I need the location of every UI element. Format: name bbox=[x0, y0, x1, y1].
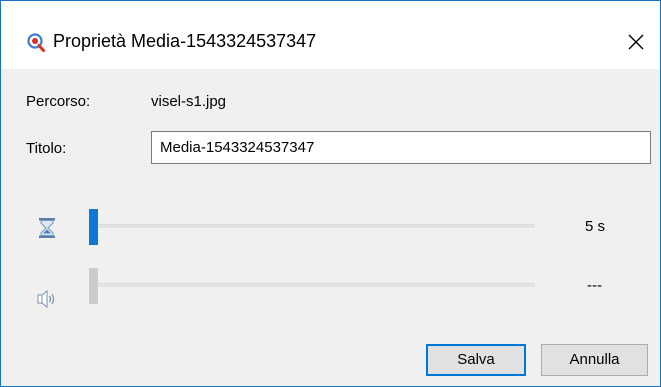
duration-slider-track[interactable] bbox=[89, 224, 535, 228]
path-label: Percorso: bbox=[26, 93, 91, 110]
close-icon[interactable] bbox=[623, 29, 649, 55]
duration-value: 5 s bbox=[585, 218, 606, 235]
hourglass-icon bbox=[39, 218, 55, 238]
search-magnifier-icon bbox=[27, 33, 45, 52]
path-value: visel-s1.jpg bbox=[151, 93, 227, 110]
title-label: Titolo: bbox=[26, 140, 67, 157]
window-title: Proprietà Media-1543324537347 bbox=[53, 31, 317, 51]
volume-slider[interactable] bbox=[89, 268, 535, 304]
duration-slider-thumb[interactable] bbox=[89, 209, 98, 245]
volume-slider-track[interactable] bbox=[89, 283, 535, 287]
title-input[interactable] bbox=[151, 131, 651, 164]
media-properties-dialog: Proprietà Media-1543324537347 Percorso: … bbox=[0, 0, 661, 387]
volume-value: --- bbox=[587, 277, 602, 294]
volume-slider-thumb[interactable] bbox=[89, 268, 98, 304]
duration-slider[interactable] bbox=[89, 209, 535, 245]
save-button[interactable]: Salva bbox=[426, 344, 526, 376]
title-bar: Proprietà Media-1543324537347 bbox=[1, 1, 660, 69]
cancel-button[interactable]: Annulla bbox=[541, 344, 648, 376]
speaker-icon bbox=[37, 289, 55, 309]
